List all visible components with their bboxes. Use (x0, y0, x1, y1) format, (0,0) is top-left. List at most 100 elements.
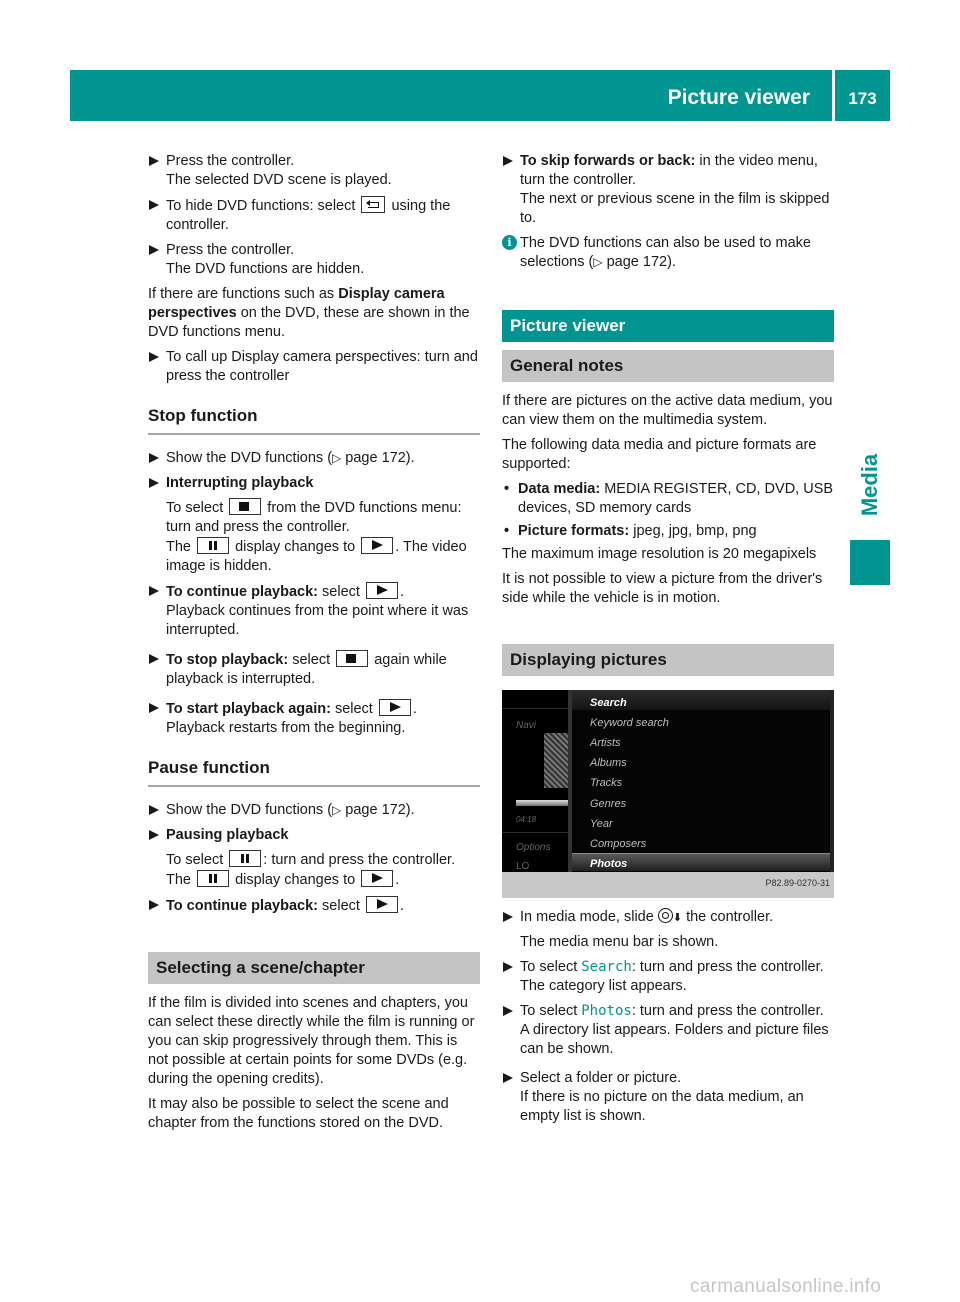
page-header-bar: Picture viewer 173 (70, 70, 890, 121)
lo-label: LO (516, 861, 530, 872)
menu-item-albums[interactable]: Albums (590, 754, 627, 773)
text: To select (520, 1003, 582, 1019)
menu-item-search[interactable]: Search (590, 694, 627, 713)
step-text: Press the controller. (166, 242, 295, 258)
section-title: Picture viewer (667, 86, 810, 109)
text: display changes to (235, 539, 356, 555)
menu-item-genres[interactable]: Genres (590, 795, 626, 814)
pause-icon (229, 850, 262, 867)
page-ref-link[interactable]: page 172). (341, 802, 414, 818)
text: . (399, 584, 404, 600)
text: display changes to (235, 872, 356, 888)
text: : turn and press the controller. (263, 852, 456, 868)
text: To select (166, 852, 224, 868)
step-result: The category list appears. (520, 978, 687, 994)
page-ref-icon: ▷ (593, 255, 603, 269)
page-number: 173 (848, 89, 877, 108)
media-menu: Search Keyword search Artists Albums Tra… (572, 690, 830, 872)
step-label: To skip forwards or back: (520, 153, 696, 169)
step-label: Pausing playback (166, 827, 289, 843)
text: . (412, 701, 417, 717)
step-result: The DVD functions are hidden. (166, 261, 365, 277)
paragraph: If the film is divided into scenes and c… (148, 995, 475, 1087)
menu-item-composers[interactable]: Composers (590, 835, 646, 854)
step: Pausing playback To select : turn and pr… (148, 826, 480, 890)
bullet-label: Data media: (518, 481, 601, 497)
list-item: Picture formats: jpeg, jpg, bmp, png (502, 522, 834, 541)
page-ref-icon: ▷ (332, 803, 342, 817)
step: Press the controller. The selected DVD s… (148, 152, 480, 190)
stop-icon (229, 498, 262, 515)
step: To call up Display camera perspectives: … (148, 348, 480, 386)
page-ref-link[interactable]: page 172). (341, 450, 414, 466)
step-result: A directory list appears. Folders and pi… (520, 1022, 829, 1057)
menu-item-artists[interactable]: Artists (590, 734, 621, 753)
step-label: Interrupting playback (166, 475, 314, 491)
heading-stop-function: Stop function (148, 406, 480, 435)
step-text: Select a folder or picture. (520, 1070, 682, 1086)
text: To select (520, 959, 582, 975)
left-pane: Navi 04:18 Options LO (502, 690, 568, 872)
info-icon: i (502, 235, 517, 250)
menu-item-keyword-search[interactable]: Keyword search (590, 714, 669, 733)
heading-pause-function: Pause function (148, 758, 480, 787)
right-column: To skip forwards or back: in the video m… (502, 152, 834, 1132)
step-result: The next or previous scene in the film i… (520, 191, 830, 226)
paragraph: The maximum image resolution is 20 megap… (502, 546, 817, 562)
step-text: Press the controller. (166, 153, 295, 169)
step: To skip forwards or back: in the video m… (502, 152, 834, 228)
step-text: Show the DVD functions ( (166, 450, 333, 466)
text: select (318, 584, 360, 600)
step-text: Show the DVD functions ( (166, 802, 333, 818)
text: In media mode, slide (520, 909, 658, 925)
step: To start playback again: select . Playba… (148, 699, 480, 738)
step: Select a folder or picture. If there is … (502, 1069, 834, 1126)
step-label: To start playback again: (166, 701, 331, 717)
pause-icon (197, 870, 230, 887)
menu-term-photos: Photos (581, 1003, 632, 1019)
play-icon (365, 896, 398, 913)
figure-code: P82.89-0270-31 (765, 878, 830, 888)
stop-icon (336, 650, 369, 667)
side-tab-label: Media (857, 453, 882, 517)
paragraph: It may also be possible to select the sc… (148, 1096, 449, 1131)
menu-item-tracks[interactable]: Tracks (590, 774, 622, 793)
step-text: To call up Display camera perspectives: … (166, 349, 478, 384)
list-item: Data media: MEDIA REGISTER, CD, DVD, USB… (502, 480, 834, 518)
side-tab-media: Media (850, 445, 890, 525)
menu-item-year[interactable]: Year (590, 815, 613, 834)
screen: Navi 04:18 Options LO Search Keyword sea… (502, 690, 834, 872)
paragraph: The following data media and picture for… (502, 437, 817, 472)
paragraph: If there are pictures on the active data… (502, 393, 833, 428)
step-result: If there is no picture on the data mediu… (520, 1089, 804, 1124)
bullet-label: Picture formats: (518, 523, 630, 539)
heading-picture-viewer: Picture viewer (502, 310, 834, 342)
play-icon (361, 870, 394, 887)
menu-item-photos[interactable]: Photos (590, 855, 627, 874)
play-icon (378, 699, 411, 716)
options-label: Options (516, 842, 551, 853)
text: select (330, 701, 373, 717)
text: . (395, 872, 400, 888)
page-ref-icon: ▷ (332, 451, 342, 465)
step-label: To continue playback: (166, 898, 319, 914)
slide-down-arrow-icon: ⬇ (672, 912, 683, 924)
text: : turn and press the controller. (631, 1003, 824, 1019)
navi-label: Navi (516, 720, 537, 731)
paragraph: It is not possible to view a picture fro… (502, 571, 823, 606)
bullet-text: jpeg, jpg, bmp, png (629, 523, 757, 539)
play-icon (365, 582, 398, 599)
scrollbar[interactable] (830, 690, 834, 872)
back-icon (361, 196, 386, 213)
step: To select Search: turn and press the con… (502, 958, 834, 996)
text: If there are functions such as (148, 286, 339, 302)
text: select (288, 652, 331, 668)
left-column: Press the controller. The selected DVD s… (148, 152, 480, 1139)
page-ref-link[interactable]: page 172). (603, 254, 676, 270)
paragraph: If there are functions such as Display c… (148, 285, 480, 342)
step: Show the DVD functions (▷ page 172). (148, 801, 480, 820)
media-menu-screenshot: Navi 04:18 Options LO Search Keyword sea… (502, 690, 834, 898)
step: Interrupting playback To select from the… (148, 474, 480, 576)
progress-bar (516, 800, 568, 806)
text: The (166, 872, 191, 888)
